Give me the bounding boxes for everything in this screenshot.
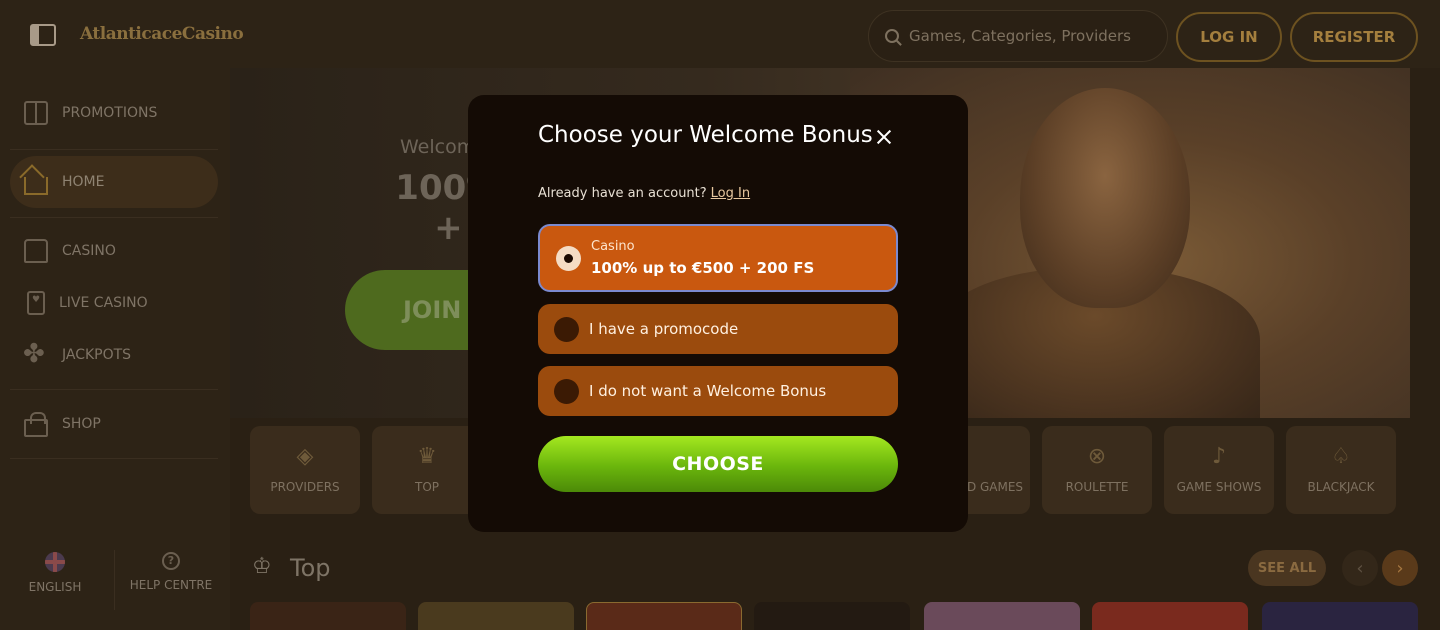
spade-icon: ♤ [1331,444,1351,469]
option-label: I do not want a Welcome Bonus [589,382,827,400]
game-thumbnail[interactable] [1092,602,1248,630]
game-thumbnail[interactable] [418,602,574,630]
roulette-icon: ⊗ [1087,444,1107,469]
category-game-shows[interactable]: ♪ GAME SHOWS [1164,426,1274,514]
category-providers[interactable]: ◈ PROVIDERS [250,426,360,514]
language-label: ENGLISH [28,580,82,594]
divider [10,458,218,459]
option-label: 100% up to €500 + 200 FS [591,259,815,277]
microphone-icon: ♪ [1211,444,1227,469]
category-blackjack[interactable]: ♤ BLACKJACK [1286,426,1396,514]
gift-icon [24,101,48,125]
sidebar: PROMOTIONS HOME CASINO LIVE CASINO JACKP… [0,68,230,630]
see-all-button[interactable]: SEE ALL [1248,550,1326,586]
category-label: GAME SHOWS [1176,480,1262,494]
category-label: PROVIDERS [270,480,340,494]
sidebar-toggle-icon[interactable] [30,24,56,46]
category-label: ROULETTE [1065,480,1129,494]
sidebar-item-promotions[interactable]: PROMOTIONS [10,87,218,139]
account-prompt: Already have an account? Log In [538,186,750,201]
sidebar-item-label: PROMOTIONS [62,105,158,121]
radio-selected-icon[interactable] [556,245,581,271]
help-icon: ? [162,552,180,570]
bonus-option-promocode[interactable]: I have a promocode [538,304,898,354]
divider [114,550,115,610]
sidebar-item-home[interactable]: HOME [10,156,218,208]
prev-arrow-icon[interactable]: ‹ [1342,550,1378,586]
game-thumbnail[interactable] [754,602,910,630]
category-top[interactable]: ♛ TOP [372,426,482,514]
card-icon [27,291,45,315]
close-icon[interactable] [873,126,895,148]
header: AtlanticaceCasino LOG IN REGISTER [0,0,1440,68]
sidebar-item-label: SHOP [62,416,101,432]
next-arrow-icon[interactable]: › [1382,550,1418,586]
language-selector[interactable]: ENGLISH [0,552,110,594]
sidebar-item-jackpots[interactable]: JACKPOTS [10,329,218,381]
uk-flag-icon [45,552,65,572]
modal-title: Choose your Welcome Bonus [538,122,873,148]
crown-icon: ♔ [252,554,272,579]
account-text: Already have an account? [538,186,707,201]
radio-icon[interactable] [554,316,579,342]
sidebar-item-casino[interactable]: CASINO [10,225,218,277]
category-roulette[interactable]: ⊗ ROULETTE [1042,426,1152,514]
sidebar-item-shop[interactable]: SHOP [10,398,218,450]
sidebar-item-label: HOME [62,174,105,190]
search-box[interactable] [868,10,1168,62]
game-thumbnail[interactable] [924,602,1080,630]
casino-icon [24,239,48,263]
search-icon [885,29,899,43]
layers-icon: ◈ [296,444,314,469]
clover-icon [23,339,48,369]
bonus-option-casino[interactable]: Casino 100% up to €500 + 200 FS [538,224,898,292]
choose-button[interactable]: CHOOSE [538,436,898,492]
game-thumbnail[interactable] [586,602,742,630]
category-label: TOP [414,480,439,494]
divider [10,389,218,390]
help-label: HELP CENTRE [129,578,213,592]
section-title: Top [290,554,331,582]
basket-icon [24,412,48,437]
register-button[interactable]: REGISTER [1290,12,1418,62]
search-input[interactable] [909,27,1149,45]
welcome-bonus-modal: Choose your Welcome Bonus Already have a… [468,95,968,532]
option-label: I have a promocode [589,320,739,338]
radio-icon[interactable] [554,378,579,404]
hero-welcome-text: Welcom [400,136,476,158]
login-button[interactable]: LOG IN [1176,12,1282,62]
sidebar-item-label: LIVE CASINO [59,295,148,311]
home-icon [24,177,48,195]
sidebar-item-label: CASINO [62,243,116,259]
sidebar-item-label: JACKPOTS [62,347,132,363]
game-thumbnail[interactable] [1262,602,1418,630]
divider [10,217,218,218]
game-thumbnail[interactable] [250,602,406,630]
option-sublabel: Casino [591,239,635,254]
sidebar-item-live-casino[interactable]: LIVE CASINO [10,277,218,329]
login-link[interactable]: Log In [711,186,750,201]
help-centre-link[interactable]: ? HELP CENTRE [116,552,226,592]
crown-icon: ♛ [417,444,437,469]
category-label: BLACKJACK [1307,480,1375,494]
option-text: Casino 100% up to €500 + 200 FS [591,239,814,277]
divider [10,149,218,150]
bonus-option-none[interactable]: I do not want a Welcome Bonus [538,366,898,416]
hero-figure-head [1020,88,1190,308]
logo[interactable]: AtlanticaceCasino [80,24,244,44]
